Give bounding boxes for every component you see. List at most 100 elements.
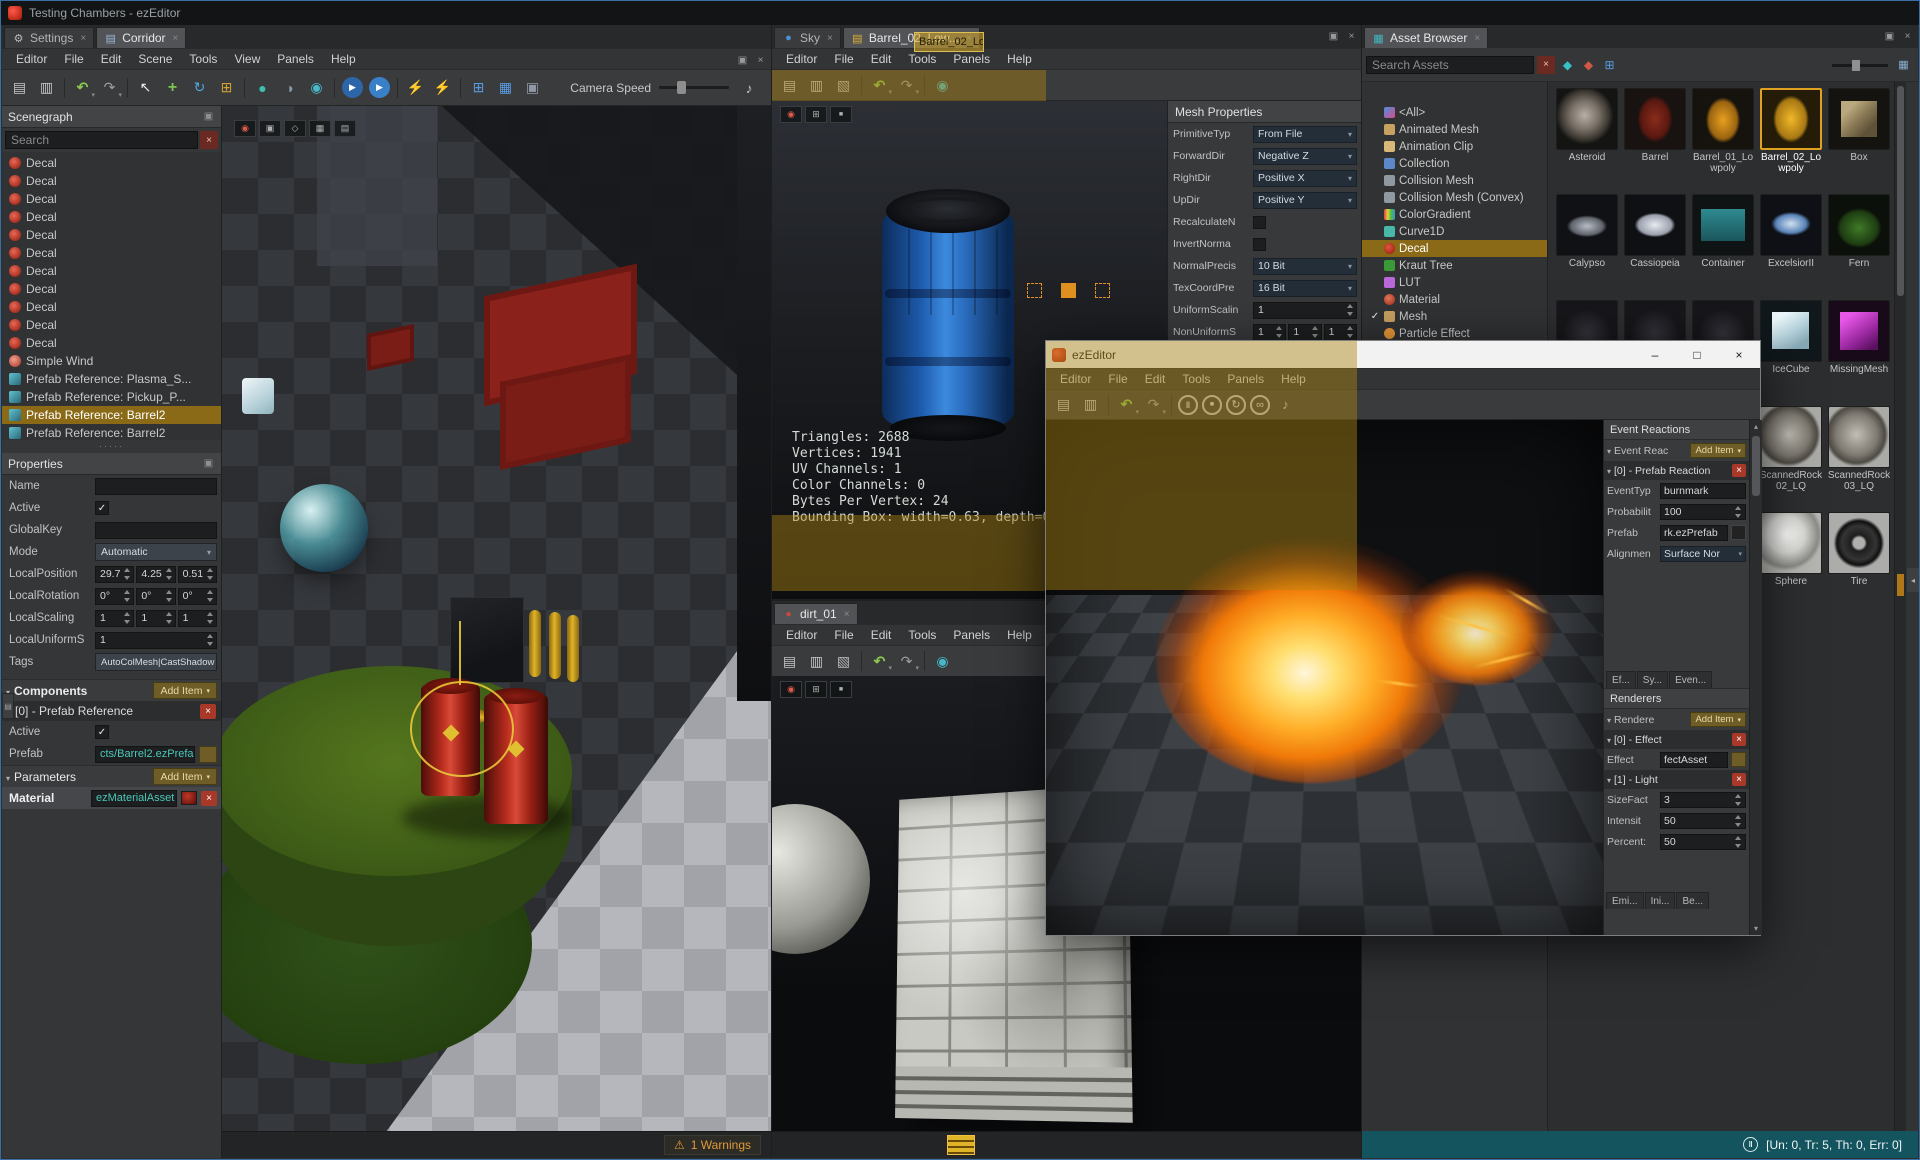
sort-icon[interactable] — [1558, 55, 1577, 74]
renderer-item-header[interactable]: [0] - Effect — [1604, 730, 1749, 749]
floating-titlebar[interactable]: ezEditor — [1046, 341, 1760, 368]
menu-item[interactable]: File — [1100, 370, 1135, 388]
thumbnails-icon[interactable] — [1600, 55, 1619, 74]
redo-icon[interactable] — [894, 649, 919, 673]
spinner[interactable] — [165, 590, 173, 602]
panel-tab[interactable]: Sy... — [1636, 671, 1669, 688]
sound-button[interactable] — [1273, 393, 1298, 417]
pause-button[interactable] — [1178, 394, 1198, 415]
updir-dropdown[interactable]: Positive Y — [1253, 191, 1357, 209]
panel-splitter[interactable]: ····· — [2, 440, 221, 453]
material-swatch[interactable] — [181, 791, 197, 805]
invert-normals-checkbox[interactable] — [1253, 237, 1266, 251]
primitivetype-dropdown[interactable]: From File — [1253, 125, 1357, 143]
effect-asset-field[interactable]: fectAsset — [1660, 751, 1728, 768]
scenegraph-item[interactable]: Decal — [2, 334, 221, 352]
panel-tab[interactable]: Ef... — [1606, 671, 1636, 688]
remove-reaction-button[interactable] — [1732, 464, 1746, 477]
save-all-icon[interactable] — [804, 73, 829, 97]
uniform-scale-field[interactable]: 1 — [95, 631, 217, 649]
grid2-icon[interactable] — [805, 106, 827, 123]
photo-icon[interactable] — [309, 120, 331, 137]
menu-item[interactable]: File — [826, 626, 861, 644]
prefab-asset-field[interactable]: cts/Barrel2.ezPrefab — [95, 745, 195, 763]
menu-item[interactable]: Edit — [863, 50, 900, 68]
toggle-icon[interactable] — [520, 76, 545, 100]
tab-close-icon[interactable] — [80, 33, 86, 44]
float-panel-icon[interactable] — [202, 457, 215, 470]
asset-item[interactable]: Box — [1826, 88, 1892, 192]
play-icon[interactable] — [342, 77, 363, 98]
collapse-arrow-icon[interactable] — [1607, 774, 1611, 786]
menu-item[interactable]: Help — [999, 50, 1040, 68]
gizmo-handle[interactable] — [1061, 283, 1076, 298]
position-z-field[interactable]: 0.51 — [177, 565, 217, 583]
loop-button[interactable] — [1250, 394, 1270, 415]
expand-icon[interactable] — [284, 120, 306, 137]
asset-item[interactable]: Container — [1690, 194, 1756, 298]
asset-type-item[interactable]: Decal — [1362, 240, 1547, 257]
rotate-icon[interactable] — [187, 76, 212, 100]
spinner[interactable] — [124, 590, 131, 602]
asset-type-item[interactable]: Curve1D — [1362, 223, 1547, 240]
simulate-icon[interactable] — [369, 77, 390, 98]
spinner[interactable] — [1735, 505, 1742, 518]
panel-scrollbar[interactable]: ▴ ▾ — [1749, 420, 1762, 935]
filter-icon[interactable] — [1579, 55, 1598, 74]
panel-tab[interactable]: Emi... — [1606, 892, 1644, 909]
undo-icon[interactable] — [867, 73, 892, 97]
asset-item[interactable]: Barrel_01_Lowpoly — [1690, 88, 1756, 192]
close-button[interactable] — [1718, 341, 1760, 368]
scenegraph-item[interactable]: Decal — [2, 316, 221, 334]
renderer-item-header[interactable]: [1] - Light — [1604, 770, 1749, 789]
undo-icon[interactable] — [70, 76, 95, 100]
menu-item[interactable]: Edit — [863, 626, 900, 644]
reaction-prefab-field[interactable]: rk.ezPrefab — [1660, 524, 1728, 541]
maximize-button[interactable] — [1676, 341, 1718, 368]
component-header[interactable]: [0] - Prefab Reference — [2, 701, 221, 721]
menu-item[interactable]: Editor — [778, 50, 825, 68]
close-panel-icon[interactable] — [754, 54, 767, 67]
probability-field[interactable]: 100 — [1660, 503, 1746, 520]
float-panel-icon[interactable] — [1883, 30, 1896, 43]
spinner[interactable] — [1346, 326, 1354, 338]
dome-icon[interactable] — [277, 76, 302, 100]
eventtype-field[interactable]: burnmark — [1660, 482, 1746, 499]
scenegraph-item[interactable]: Decal — [2, 280, 221, 298]
asset-type-item[interactable]: ColorGradient — [1362, 206, 1547, 223]
float-panel-icon[interactable] — [202, 110, 215, 123]
rightdir-dropdown[interactable]: Positive X — [1253, 169, 1357, 187]
menu-item[interactable]: Scene — [130, 50, 180, 68]
undo-icon[interactable] — [867, 649, 892, 673]
type-checkmark[interactable]: ✓ — [1370, 311, 1380, 322]
world-icon[interactable] — [304, 76, 329, 100]
redo-icon[interactable] — [1141, 393, 1166, 417]
asset-item[interactable]: ScannedRock03_LQ — [1826, 406, 1892, 510]
bolt-icon[interactable] — [403, 76, 428, 100]
active-checkbox[interactable]: ✓ — [95, 501, 109, 515]
normal-precision-dropdown[interactable]: 10 Bit — [1253, 257, 1357, 275]
redo-icon[interactable] — [894, 73, 919, 97]
asset-type-item[interactable]: Collection — [1362, 155, 1547, 172]
remove-material-button[interactable] — [201, 790, 217, 806]
menu-item[interactable]: Panels — [945, 50, 998, 68]
scale-icon[interactable] — [214, 76, 239, 100]
menu-item[interactable]: View — [226, 50, 268, 68]
restart-button[interactable] — [1226, 394, 1246, 415]
scenegraph-item[interactable]: Prefab Reference: Plasma_S... — [2, 370, 221, 388]
spinner[interactable] — [1735, 793, 1742, 806]
menu-item[interactable]: File — [56, 50, 91, 68]
collapse-arrow-icon[interactable] — [1607, 714, 1611, 726]
scene-viewport-3d[interactable] — [222, 106, 771, 1131]
minimize-button[interactable] — [1634, 341, 1676, 368]
add-parameter-button[interactable]: Add Item — [153, 768, 217, 785]
tab-close-icon[interactable] — [1474, 33, 1480, 44]
tab-close-icon[interactable] — [844, 609, 850, 620]
globalkey-field[interactable] — [95, 521, 217, 539]
menu-item[interactable]: Editor — [1052, 370, 1099, 388]
scenegraph-item[interactable]: Prefab Reference: Barrel2 — [2, 406, 221, 424]
spinner[interactable] — [206, 568, 214, 580]
bolt2-icon[interactable] — [430, 76, 455, 100]
layers-icon[interactable] — [334, 120, 356, 137]
close-panel-icon[interactable] — [1345, 30, 1358, 43]
